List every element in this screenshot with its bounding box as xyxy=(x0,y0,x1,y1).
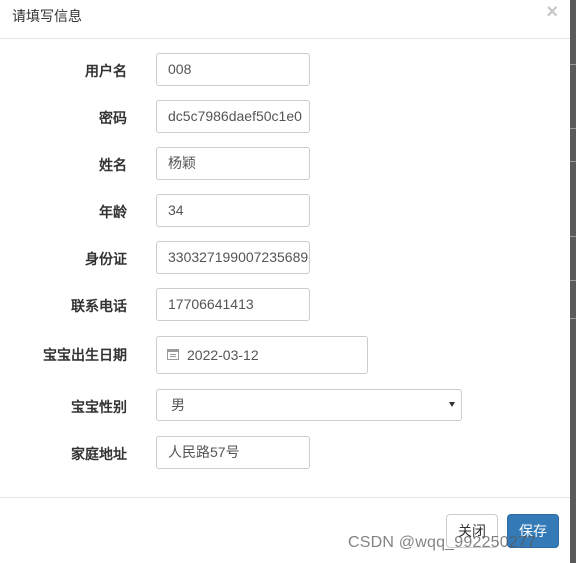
name-label: 姓名 xyxy=(99,157,127,173)
phone-input[interactable]: 17706641413 xyxy=(156,288,310,321)
address-input[interactable]: 人民路57号 xyxy=(156,436,310,469)
csdn-watermark: CSDN @wqq_992250277 xyxy=(348,534,537,551)
background-page-strip xyxy=(570,0,576,563)
username-input[interactable]: 008 xyxy=(156,53,310,86)
modal-title: 请填写信息 xyxy=(12,8,82,24)
modal-footer: 关闭 保存 xyxy=(0,497,570,563)
id-card-input[interactable]: 330327199007235689 xyxy=(156,241,310,274)
close-icon[interactable]: × xyxy=(546,2,558,22)
baby-birthdate-label: 宝宝出生日期 xyxy=(43,347,127,363)
baby-gender-select[interactable]: 男 xyxy=(156,389,462,421)
baby-birthdate-value: 2022-03-12 xyxy=(187,347,259,363)
page: 请填写信息 × 用户名 008 密码 dc5c7986daef50c1e0 姓名… xyxy=(0,0,576,563)
baby-gender-label: 宝宝性别 xyxy=(71,399,127,415)
age-input[interactable]: 34 xyxy=(156,194,310,227)
calendar-icon xyxy=(167,349,179,360)
password-label: 密码 xyxy=(99,110,127,126)
age-label: 年龄 xyxy=(99,204,127,220)
baby-gender-value: 男 xyxy=(171,397,185,413)
phone-label: 联系电话 xyxy=(71,298,127,314)
name-input[interactable]: 杨颖 xyxy=(156,147,310,180)
id-card-label: 身份证 xyxy=(85,251,127,267)
address-label: 家庭地址 xyxy=(71,446,127,462)
password-input[interactable]: dc5c7986daef50c1e0 xyxy=(156,100,310,133)
modal-header: 请填写信息 × xyxy=(0,0,570,39)
chevron-down-icon xyxy=(449,402,455,407)
baby-birthdate-input[interactable]: 2022-03-12 xyxy=(156,336,368,374)
username-label: 用户名 xyxy=(85,63,127,79)
modal-dialog: 请填写信息 × 用户名 008 密码 dc5c7986daef50c1e0 姓名… xyxy=(0,0,570,563)
